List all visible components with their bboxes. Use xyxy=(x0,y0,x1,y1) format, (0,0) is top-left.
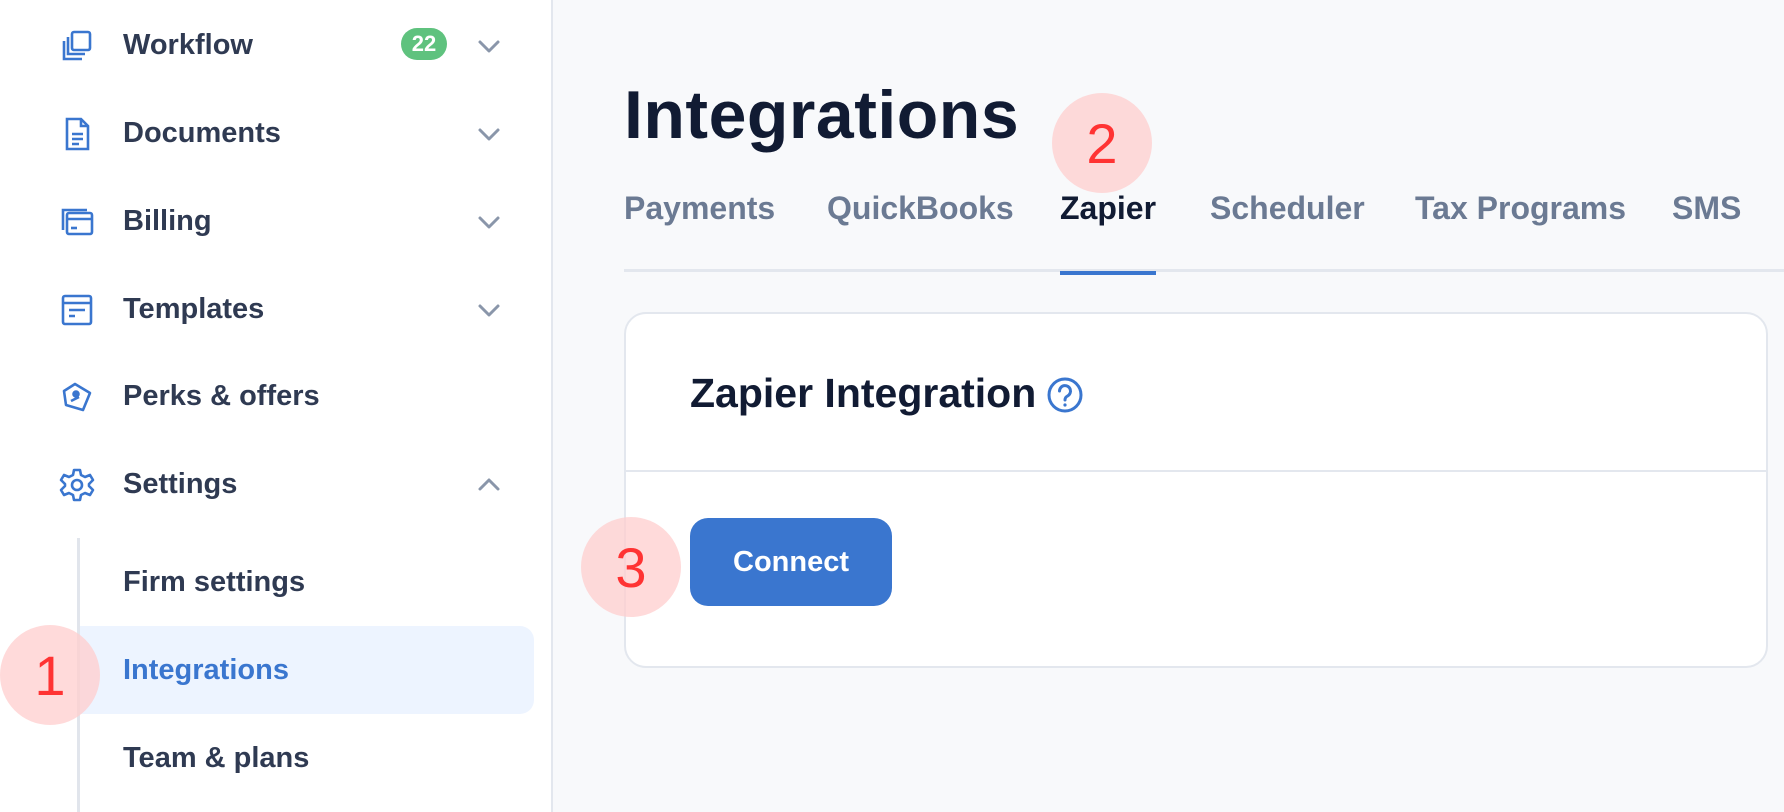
sidebar-item-label: Billing xyxy=(123,204,212,237)
sidebar-item-billing[interactable]: Billing xyxy=(0,191,553,251)
chevron-down-icon[interactable] xyxy=(476,35,502,57)
tab-sms[interactable]: SMS xyxy=(1672,190,1741,272)
template-icon xyxy=(58,293,96,327)
tab-quickbooks[interactable]: QuickBooks xyxy=(827,190,1014,272)
tab-zapier[interactable]: Zapier xyxy=(1060,190,1157,275)
step-marker-1: 1 xyxy=(0,625,100,725)
sidebar-subitem-label: Team & plans xyxy=(123,741,310,774)
sidebar-subitem-integrations[interactable]: Integrations xyxy=(80,626,534,714)
tag-icon xyxy=(58,380,96,414)
sidebar-subitem-team-plans[interactable]: Team & plans xyxy=(80,714,534,802)
connect-button[interactable]: Connect xyxy=(690,518,892,606)
tab-payments[interactable]: Payments xyxy=(624,190,775,272)
tab-tax-programs[interactable]: Tax Programs xyxy=(1415,190,1626,272)
integration-tabs: Payments QuickBooks Zapier Scheduler Tax… xyxy=(624,190,1784,275)
sidebar-item-label: Templates xyxy=(123,292,265,325)
chevron-up-icon[interactable] xyxy=(476,474,502,496)
sidebar-subitem-firm-settings[interactable]: Firm settings xyxy=(80,538,534,626)
sidebar-item-settings[interactable]: Settings xyxy=(0,454,553,514)
chevron-down-icon[interactable] xyxy=(476,211,502,233)
sidebar-item-label: Workflow xyxy=(123,28,253,61)
chevron-down-icon[interactable] xyxy=(476,299,502,321)
zapier-integration-card: Zapier Integration Connect xyxy=(624,312,1768,668)
sidebar-item-templates[interactable]: Templates xyxy=(0,279,553,339)
document-icon xyxy=(58,117,96,151)
step-marker-3: 3 xyxy=(581,517,681,617)
page-title: Integrations xyxy=(624,77,1020,153)
step-marker-2: 2 xyxy=(1052,93,1152,193)
card-header: Zapier Integration xyxy=(626,314,1766,472)
workflow-count-badge: 22 xyxy=(401,28,447,60)
copy-stack-icon xyxy=(58,29,96,63)
sidebar-item-documents[interactable]: Documents xyxy=(0,103,553,163)
sidebar-item-workflow[interactable]: Workflow 22 xyxy=(0,15,553,75)
sidebar-subitem-label: Firm settings xyxy=(123,565,306,598)
sidebar-item-label: Perks & offers xyxy=(123,379,320,412)
sidebar-item-label: Documents xyxy=(123,116,281,149)
tab-scheduler[interactable]: Scheduler xyxy=(1210,190,1365,272)
billing-card-icon xyxy=(58,205,96,239)
gear-icon xyxy=(58,468,96,502)
card-title: Zapier Integration xyxy=(690,370,1037,416)
question-circle-icon[interactable] xyxy=(1046,376,1084,414)
sidebar-item-perks[interactable]: Perks & offers xyxy=(0,366,553,426)
sidebar-item-label: Settings xyxy=(123,467,238,500)
chevron-down-icon[interactable] xyxy=(476,123,502,145)
sidebar-subitem-label: Integrations xyxy=(123,653,289,686)
